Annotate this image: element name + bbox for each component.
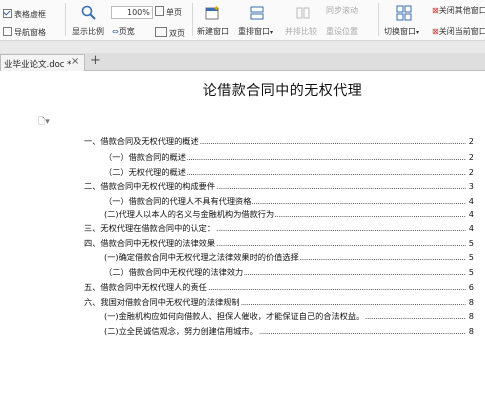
toc-entry-label: (二)代理人以本人的名义与金融机构为借款行为: [104, 208, 276, 220]
double-page-button[interactable]: 双页: [155, 27, 185, 39]
tab-label: 业毕业论文.doc *: [4, 60, 72, 70]
toc-page-number: 4: [468, 195, 474, 207]
page-icon: [155, 6, 164, 16]
toc-entry-label: (一)金融机构应如何向借款人、担保人催收，才能保证自己的合法权益。: [104, 310, 366, 322]
zoom-level-field[interactable]: 100%: [111, 6, 153, 19]
toc-entry-label: 一、借款合同及无权代理的概述: [84, 135, 200, 147]
table-gridlines-checkbox[interactable]: 表格虚框: [3, 9, 46, 20]
divider: [65, 3, 66, 36]
toc-entry-label: (一)确定借款合同中无权代理之法律效果时的价值选择: [104, 251, 300, 263]
document-page[interactable]: 论借款合同中的无权代理 🗋▾ 一、借款合同及无权代理的概述...........…: [0, 71, 485, 407]
toc-entry-label: 五、借款合同中无权代理人的责任: [84, 281, 208, 293]
close-icon: ⊠: [432, 6, 439, 15]
toc-entry[interactable]: (二)立全民诚信观念，努力创建信用城市。....................…: [104, 325, 474, 337]
toc-page-number: 4: [468, 222, 474, 234]
toc-entry[interactable]: （一）借款合同的代理人不具有代理资格......................…: [104, 195, 474, 207]
toc-entry-label: 二、借款合同中无权代理的构成要件: [84, 180, 217, 192]
reset-position-button[interactable]: 重设位置: [326, 27, 358, 37]
nav-pane-checkbox[interactable]: 导航窗格: [3, 27, 46, 38]
switch-window-icon: [396, 5, 412, 21]
side-by-side-icon: [296, 7, 310, 19]
toc-page-number: 6: [468, 281, 474, 293]
toc-entry-label: 六、我国对借款合同中无权代理的法律规制: [84, 296, 241, 308]
divider: [378, 3, 379, 36]
toc-entry[interactable]: 三、无权代理在借款合同中的认定：........................…: [84, 222, 474, 234]
close-other-windows-button[interactable]: ⊠关闭其他窗口: [432, 6, 485, 16]
toc-page-number: 5: [468, 251, 474, 263]
single-page-button[interactable]: 单页: [155, 6, 182, 18]
paragraph-marker-icon[interactable]: 🗋▾: [38, 114, 50, 130]
magnifier-icon[interactable]: [81, 5, 97, 21]
close-tab-icon[interactable]: ×: [71, 56, 79, 67]
close-current-window-button[interactable]: ⊠关闭当前窗口: [432, 27, 485, 37]
toc-entry[interactable]: 六、我国对借款合同中无权代理的法律规制.....................…: [84, 296, 474, 308]
toc-page-number: 2: [468, 166, 474, 178]
toc-entry[interactable]: (一)金融机构应如何向借款人、担保人催收，才能保证自己的合法权益。.......…: [104, 310, 474, 322]
toc-entry-label: （二）借款合同中无权代理的法律效力: [104, 266, 245, 278]
toc-entry-label: （一）借款合同的概述: [104, 151, 187, 163]
toc-page-number: 3: [468, 180, 474, 192]
dropdown-arrow-icon: ▾: [416, 29, 420, 36]
svg-text:✦: ✦: [213, 5, 220, 13]
toc-page-number: 8: [468, 325, 474, 337]
toc-page-number: 8: [468, 296, 474, 308]
toc-entry[interactable]: (二)代理人以本人的名义与金融机构为借款行为..................…: [104, 208, 474, 220]
rearrange-windows-icon: [250, 6, 264, 20]
toc-entry-label: （一）借款合同的代理人不具有代理资格: [104, 195, 253, 207]
toc-entry[interactable]: (一)确定借款合同中无权代理之法律效果时的价值选择...............…: [104, 251, 474, 263]
document-title: 论借款合同中的无权代理: [202, 83, 363, 99]
new-window-icon: ✦: [205, 5, 220, 20]
toc-entry[interactable]: （二）无权代理的概述..............................…: [104, 166, 474, 178]
toc-page-number: 4: [468, 208, 474, 220]
toc-entry-label: (二)立全民诚信观念，努力创建信用城市。: [104, 325, 259, 337]
close-icon: ⊠: [432, 27, 439, 36]
rearrange-windows-button[interactable]: 重排窗口▾: [238, 27, 273, 38]
toc-entry[interactable]: （二）借款合同中无权代理的法律效力.......................…: [104, 266, 474, 278]
dropdown-arrow-icon: ▾: [270, 29, 274, 36]
page-width-button[interactable]: ⇔页宽: [112, 27, 135, 37]
toc-entry-label: （二）无权代理的概述: [104, 166, 187, 178]
toc-page-number: 2: [468, 151, 474, 163]
new-window-button[interactable]: 新建窗口: [197, 27, 229, 37]
side-by-side-button[interactable]: 并排比较: [285, 27, 317, 37]
toc-entry[interactable]: 一、借款合同及无权代理的概述..........................…: [84, 135, 474, 147]
toc-entry[interactable]: （一）借款合同的概述..............................…: [104, 151, 474, 163]
page-width-icon: ⇔: [112, 27, 119, 36]
toc-entry[interactable]: 四、借款合同中无权代理的法律效果........................…: [84, 237, 474, 249]
checkbox-icon: [3, 27, 12, 36]
toc-entry[interactable]: 五、借款合同中无权代理人的责任.........................…: [84, 281, 474, 293]
toc-entry[interactable]: 二、借款合同中无权代理的构成要件........................…: [84, 180, 474, 192]
document-tab-bar: 业毕业论文.doc * × +: [0, 53, 485, 71]
toc-page-number: 5: [468, 266, 474, 278]
zoom-button[interactable]: 显示比例: [72, 27, 104, 37]
document-tab[interactable]: 业毕业论文.doc * ×: [0, 54, 85, 71]
toc-page-number: 2: [468, 135, 474, 147]
toc-entry-label: 三、无权代理在借款合同中的认定：: [84, 222, 217, 234]
double-page-icon: [155, 27, 167, 37]
toc-page-number: 5: [468, 237, 474, 249]
toc-entry-label: 四、借款合同中无权代理的法律效果: [84, 237, 217, 249]
switch-window-button[interactable]: 切换窗口▾: [384, 27, 419, 38]
sync-scroll-button[interactable]: 同步滚动: [326, 6, 358, 16]
checkbox-icon: [3, 9, 12, 18]
ribbon-toolbar: 表格虚框 导航窗格 显示比例 100% 单页 ⇔页宽 双页 ✦ 新建窗口 重排窗…: [0, 0, 485, 41]
divider: [192, 3, 193, 36]
toc-page-number: 8: [468, 310, 474, 322]
add-tab-icon[interactable]: +: [90, 53, 101, 69]
